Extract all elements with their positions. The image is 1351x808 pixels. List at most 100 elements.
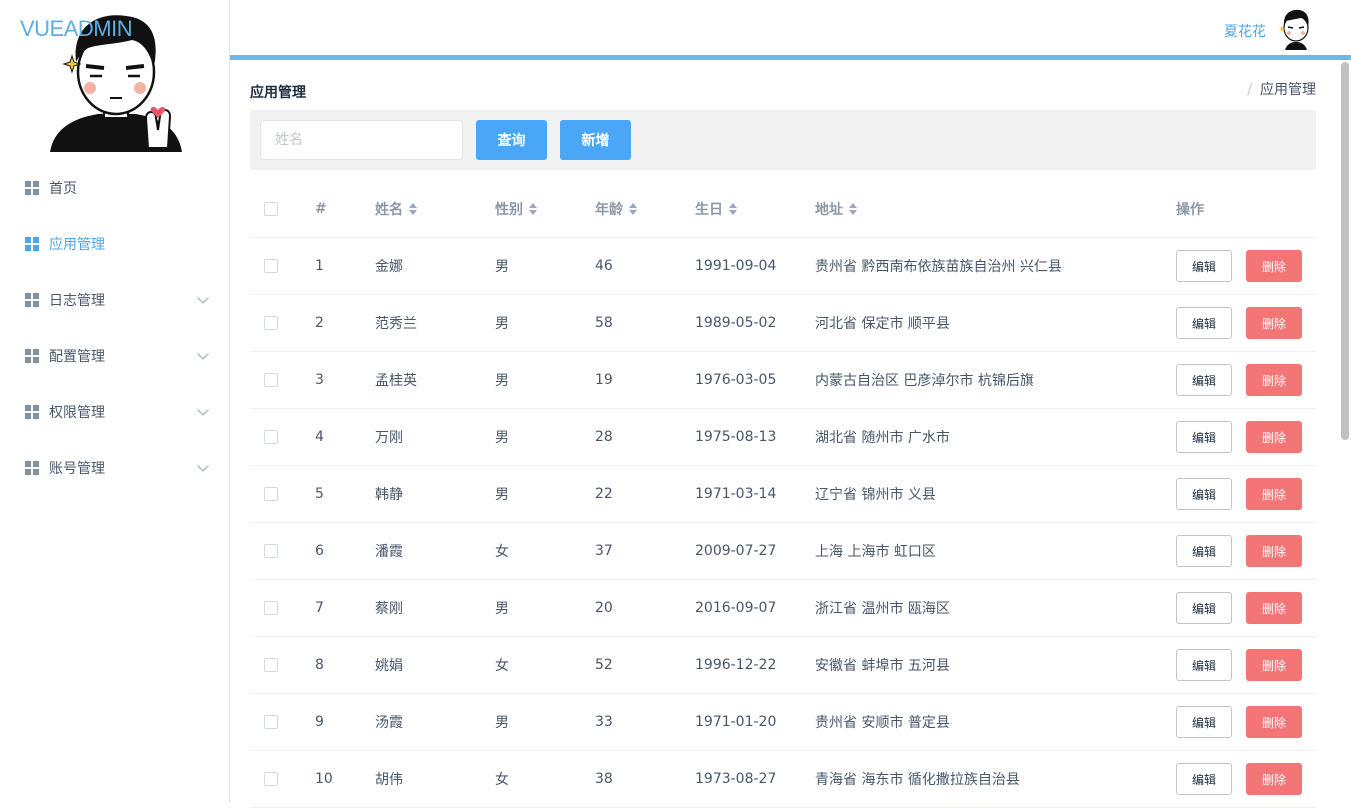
scrollbar[interactable] <box>1341 62 1349 440</box>
table-row: 5 韩静 男 22 1971-03-14 辽宁省 锦州市 义县 编辑 删除 <box>250 466 1316 523</box>
row-checkbox[interactable] <box>264 373 278 387</box>
delete-button[interactable]: 删除 <box>1246 478 1302 510</box>
top-header: 夏花花 <box>230 0 1351 60</box>
cell-birth: 1971-01-20 <box>695 714 777 730</box>
edit-button[interactable]: 编辑 <box>1176 250 1232 282</box>
row-checkbox[interactable] <box>264 259 278 273</box>
column-header-index: # <box>315 200 327 217</box>
sidebar-item-label: 首页 <box>49 181 77 197</box>
select-all-checkbox[interactable] <box>264 201 278 216</box>
row-checkbox[interactable] <box>264 430 278 444</box>
cell-birth: 2016-09-07 <box>695 600 777 616</box>
user-avatar[interactable] <box>1277 8 1315 50</box>
delete-button[interactable]: 删除 <box>1246 592 1302 624</box>
cell-name: 金娜 <box>375 259 403 275</box>
sort-icon[interactable] <box>849 202 857 215</box>
app-logo: VUEADMIN <box>20 16 133 41</box>
edit-button[interactable]: 编辑 <box>1176 649 1232 681</box>
row-checkbox[interactable] <box>264 601 278 615</box>
search-name-input[interactable] <box>260 120 463 160</box>
delete-button[interactable]: 删除 <box>1246 649 1302 681</box>
delete-button[interactable]: 删除 <box>1246 706 1302 738</box>
cell-age: 20 <box>595 600 613 616</box>
cell-sex: 男 <box>495 601 509 617</box>
sort-icon[interactable] <box>629 202 637 215</box>
edit-button[interactable]: 编辑 <box>1176 421 1232 453</box>
row-checkbox[interactable] <box>264 544 278 558</box>
table-row: 8 姚娟 女 52 1996-12-22 安徽省 蚌埠市 五河县 编辑 删除 <box>250 637 1316 694</box>
cell-name: 蔡刚 <box>375 601 403 617</box>
column-header-label: 生日 <box>695 201 723 218</box>
data-table: # 姓名 性别 年龄 生日 地址 操作 1 金娜 男 46 1991-09-04… <box>250 180 1316 808</box>
table-row: 1 金娜 男 46 1991-09-04 贵州省 黔西南布依族苗族自治州 兴仁县… <box>250 238 1316 295</box>
cell-birth: 2009-07-27 <box>695 543 777 559</box>
toolbar: 查询 新增 <box>250 110 1316 170</box>
sidebar-item-config-management[interactable]: 配置管理 <box>0 328 229 384</box>
cell-sex: 男 <box>495 430 509 446</box>
row-checkbox[interactable] <box>264 658 278 672</box>
cell-age: 33 <box>595 714 613 730</box>
column-header-sex[interactable]: 性别 <box>495 180 537 237</box>
cell-address: 湖北省 随州市 广水市 <box>815 430 950 446</box>
cell-age: 28 <box>595 429 613 445</box>
delete-button[interactable]: 删除 <box>1246 763 1302 795</box>
sidebar-item-account-management[interactable]: 账号管理 <box>0 440 229 496</box>
breadcrumb: / 应用管理 <box>1247 79 1316 99</box>
cell-birth: 1975-08-13 <box>695 429 777 445</box>
row-checkbox[interactable] <box>264 487 278 501</box>
cell-birth: 1971-03-14 <box>695 486 777 502</box>
cell-age: 52 <box>595 657 613 673</box>
cell-age: 38 <box>595 771 613 787</box>
sidebar-item-permission-management[interactable]: 权限管理 <box>0 384 229 440</box>
sidebar-item-label: 权限管理 <box>49 405 105 421</box>
cell-name: 姚娟 <box>375 658 403 674</box>
row-checkbox[interactable] <box>264 772 278 786</box>
cell-sex: 女 <box>495 658 509 674</box>
edit-button[interactable]: 编辑 <box>1176 535 1232 567</box>
delete-button[interactable]: 删除 <box>1246 307 1302 339</box>
column-header-age[interactable]: 年龄 <box>595 180 637 237</box>
delete-button[interactable]: 删除 <box>1246 364 1302 396</box>
sort-icon[interactable] <box>409 202 417 215</box>
chevron-down-icon <box>197 404 209 416</box>
delete-button[interactable]: 删除 <box>1246 250 1302 282</box>
column-header-address[interactable]: 地址 <box>815 180 857 237</box>
column-header-birth[interactable]: 生日 <box>695 180 737 237</box>
table-body: 1 金娜 男 46 1991-09-04 贵州省 黔西南布依族苗族自治州 兴仁县… <box>250 238 1316 808</box>
sort-icon[interactable] <box>529 202 537 215</box>
table-row: 6 潘霞 女 37 2009-07-27 上海 上海市 虹口区 编辑 删除 <box>250 523 1316 580</box>
row-checkbox[interactable] <box>264 316 278 330</box>
user-name[interactable]: 夏花花 <box>1224 21 1266 41</box>
delete-button[interactable]: 删除 <box>1246 535 1302 567</box>
edit-button[interactable]: 编辑 <box>1176 592 1232 624</box>
table-row: 4 万刚 男 28 1975-08-13 湖北省 随州市 广水市 编辑 删除 <box>250 409 1316 466</box>
delete-button[interactable]: 删除 <box>1246 421 1302 453</box>
sidebar-item-log-management[interactable]: 日志管理 <box>0 272 229 328</box>
cell-birth: 1996-12-22 <box>695 657 777 673</box>
cell-name: 韩静 <box>375 487 403 503</box>
cell-sex: 男 <box>495 373 509 389</box>
cell-index: 1 <box>315 258 324 274</box>
column-header-name[interactable]: 姓名 <box>375 180 417 237</box>
sort-icon[interactable] <box>729 202 737 215</box>
cell-name: 潘霞 <box>375 544 403 560</box>
page-title: 应用管理 <box>250 85 306 101</box>
edit-button[interactable]: 编辑 <box>1176 364 1232 396</box>
edit-button[interactable]: 编辑 <box>1176 706 1232 738</box>
query-button[interactable]: 查询 <box>476 120 547 160</box>
edit-button[interactable]: 编辑 <box>1176 763 1232 795</box>
grid-icon <box>25 237 39 251</box>
breadcrumb-current[interactable]: 应用管理 <box>1260 82 1316 98</box>
edit-button[interactable]: 编辑 <box>1176 307 1232 339</box>
edit-button[interactable]: 编辑 <box>1176 478 1232 510</box>
grid-icon <box>25 181 39 195</box>
row-checkbox[interactable] <box>264 715 278 729</box>
cell-index: 2 <box>315 315 324 331</box>
grid-icon <box>25 405 39 419</box>
sidebar-item-home[interactable]: 首页 <box>0 160 229 216</box>
cell-name: 汤霞 <box>375 715 403 731</box>
add-button[interactable]: 新增 <box>560 120 631 160</box>
column-header-label: 姓名 <box>375 201 403 218</box>
table-row: 3 孟桂英 男 19 1976-03-05 内蒙古自治区 巴彦淖尔市 杭锦后旗 … <box>250 352 1316 409</box>
sidebar-item-app-management[interactable]: 应用管理 <box>0 216 229 272</box>
